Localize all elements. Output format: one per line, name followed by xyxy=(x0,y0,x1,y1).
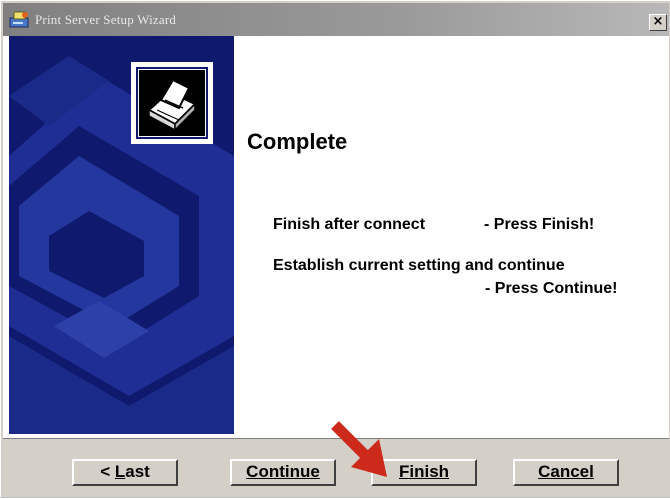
printer-logo-frame xyxy=(131,62,213,144)
cancel-button-rest: ancel xyxy=(550,462,594,481)
finish-button-accel: F xyxy=(398,462,410,481)
cancel-button[interactable]: Cancel xyxy=(513,459,619,486)
wizard-window: Print Server Setup Wizard × Complete Fin… xyxy=(0,0,670,497)
printer-setup-icon xyxy=(9,10,31,30)
last-button-accel: L xyxy=(114,462,126,481)
instruction-continue-action: - Press Continue! xyxy=(485,280,618,297)
continue-button-accel: C xyxy=(246,462,259,481)
continue-button-rest: ontinue xyxy=(258,462,320,481)
close-button[interactable]: × xyxy=(649,14,667,31)
window-title: Print Server Setup Wizard xyxy=(35,12,177,27)
instruction-continue-text: Establish current setting and continue xyxy=(273,257,565,274)
title-bar[interactable]: Print Server Setup Wizard × xyxy=(3,3,669,36)
last-button[interactable]: < Last xyxy=(72,459,178,486)
red-arrow-pointer xyxy=(331,421,387,477)
wizard-side-artwork xyxy=(9,36,234,434)
continue-button[interactable]: Continue xyxy=(230,459,336,486)
wizard-content-panel: Complete Finish after connect - Press Fi… xyxy=(3,36,669,438)
page-title: Complete xyxy=(247,129,348,154)
last-button-rest: ast xyxy=(125,462,150,481)
printer-icon xyxy=(139,70,205,136)
instruction-finish-action: - Press Finish! xyxy=(484,216,595,233)
instruction-finish-text: Finish after connect xyxy=(273,216,426,233)
finish-button-rest: inish xyxy=(409,462,450,481)
cancel-button-accel: C xyxy=(538,462,551,481)
last-button-prefix: < xyxy=(100,462,115,481)
